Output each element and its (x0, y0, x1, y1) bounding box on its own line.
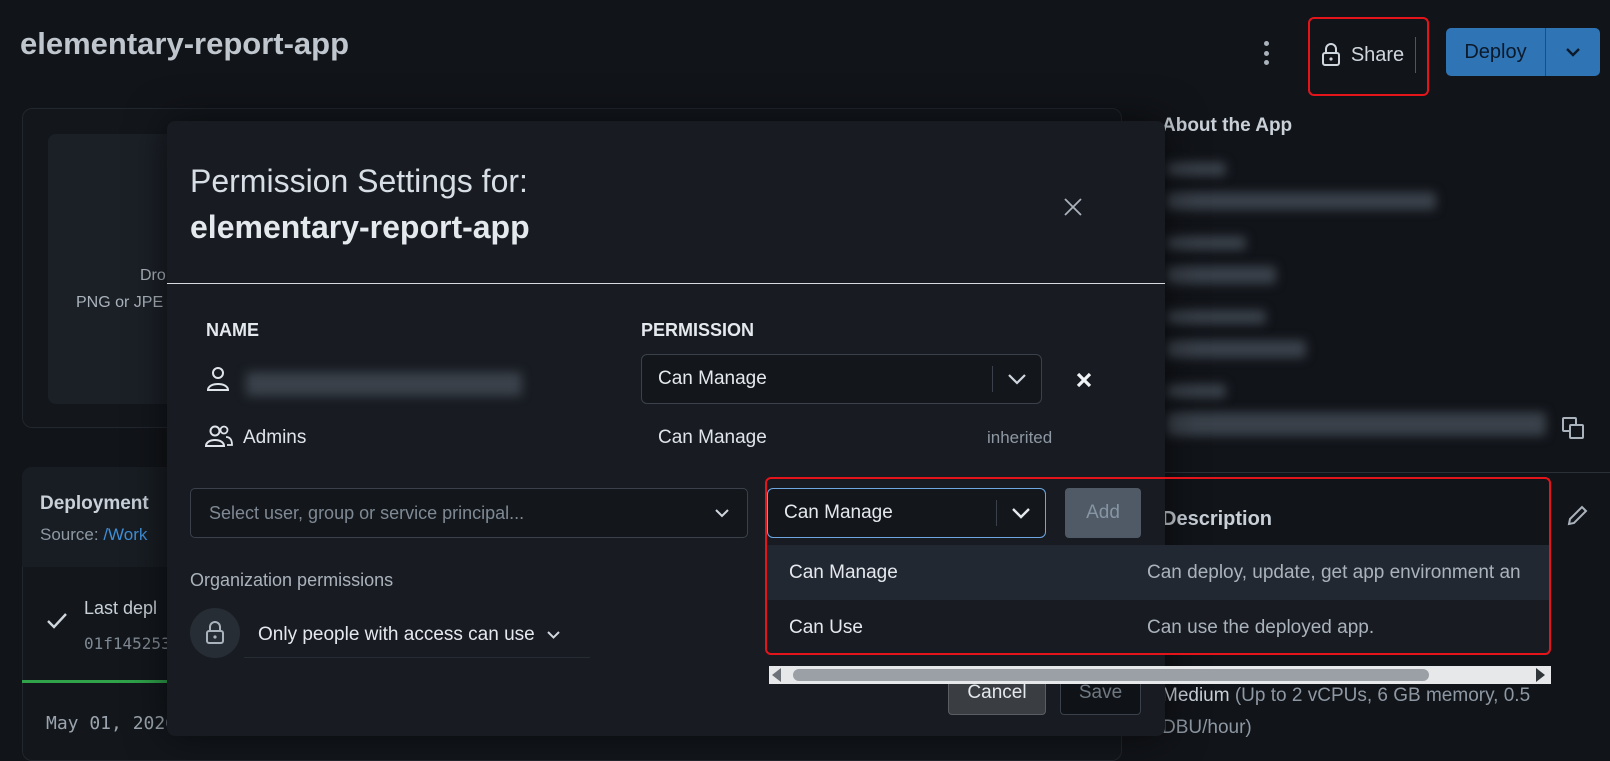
dropzone-text: Dro (140, 267, 166, 284)
redacted-text (1166, 236, 1246, 250)
deployment-source: Source: /Work (40, 525, 147, 545)
redacted-text (1166, 340, 1306, 358)
redacted-text (1166, 384, 1226, 398)
principal-select[interactable]: Select user, group or service principal.… (190, 488, 748, 538)
deploy-button-group: Deploy (1446, 28, 1600, 76)
deployment-id: 01f145253 (84, 634, 171, 653)
copy-icon[interactable] (1561, 416, 1585, 440)
check-icon (47, 613, 67, 629)
modal-app-name: elementary-report-app (190, 209, 530, 245)
deploy-button[interactable]: Deploy (1446, 28, 1546, 76)
about-divider (1162, 472, 1610, 473)
pencil-icon[interactable] (1566, 503, 1590, 527)
organization-permission-value: Only people with access can use (258, 623, 535, 645)
chevron-down-icon (993, 373, 1041, 385)
org-lock-badge (190, 608, 240, 658)
column-header-name: NAME (206, 320, 259, 340)
group-name: Admins (243, 427, 307, 448)
remove-permission-icon[interactable] (1075, 371, 1093, 389)
inherited-note: inherited (987, 428, 1053, 447)
redacted-text (1166, 192, 1436, 210)
about-heading: About the App (1162, 115, 1293, 136)
redacted-text (1166, 162, 1226, 176)
modal-title: Permission Settings for: (190, 163, 528, 199)
principal-placeholder: Select user, group or service principal.… (209, 502, 525, 523)
scroll-left-icon[interactable] (772, 668, 781, 682)
chevron-down-icon (715, 508, 729, 517)
lock-icon (206, 621, 224, 644)
group-permission: Can Manage (658, 427, 767, 448)
log-date: May 01, 2026 (46, 713, 177, 734)
more-options-icon[interactable] (1258, 38, 1274, 68)
chevron-down-icon (1566, 47, 1580, 57)
active-tab-indicator (22, 680, 172, 683)
source-prefix: Source: (40, 525, 104, 544)
size-name: Medium (1162, 685, 1230, 706)
redacted-user-name (246, 372, 522, 396)
redacted-text (1166, 266, 1276, 284)
organization-permission-select[interactable]: Only people with access can use (244, 612, 590, 658)
source-link[interactable]: /Work (103, 525, 147, 544)
column-header-permission: PERMISSION (641, 320, 755, 340)
redacted-text (1166, 412, 1546, 436)
permission-select-value: Can Manage (658, 368, 767, 389)
last-deployment-label: Last depl (84, 598, 158, 618)
scrollbar-thumb[interactable] (793, 669, 1429, 681)
scroll-right-icon[interactable] (1536, 668, 1545, 682)
app-title: elementary-report-app (20, 26, 350, 61)
organization-permissions-label: Organization permissions (190, 570, 394, 590)
dropzone-hint: PNG or JPE (76, 294, 164, 311)
deploy-options-button[interactable] (1546, 28, 1600, 76)
close-icon[interactable] (1062, 196, 1084, 218)
share-highlight-box (1308, 17, 1429, 96)
modal-divider (167, 283, 1165, 284)
compute-size: Medium (Up to 2 vCPUs, 6 GB memory, 0.5 … (1162, 680, 1562, 744)
user-icon (206, 367, 230, 391)
dropdown-highlight-box (765, 477, 1551, 655)
chevron-down-icon (547, 630, 560, 639)
redacted-text (1166, 310, 1266, 324)
permission-select[interactable]: Can Manage (641, 354, 1042, 404)
group-icon (205, 425, 233, 447)
deployment-heading: Deployment (40, 493, 149, 514)
